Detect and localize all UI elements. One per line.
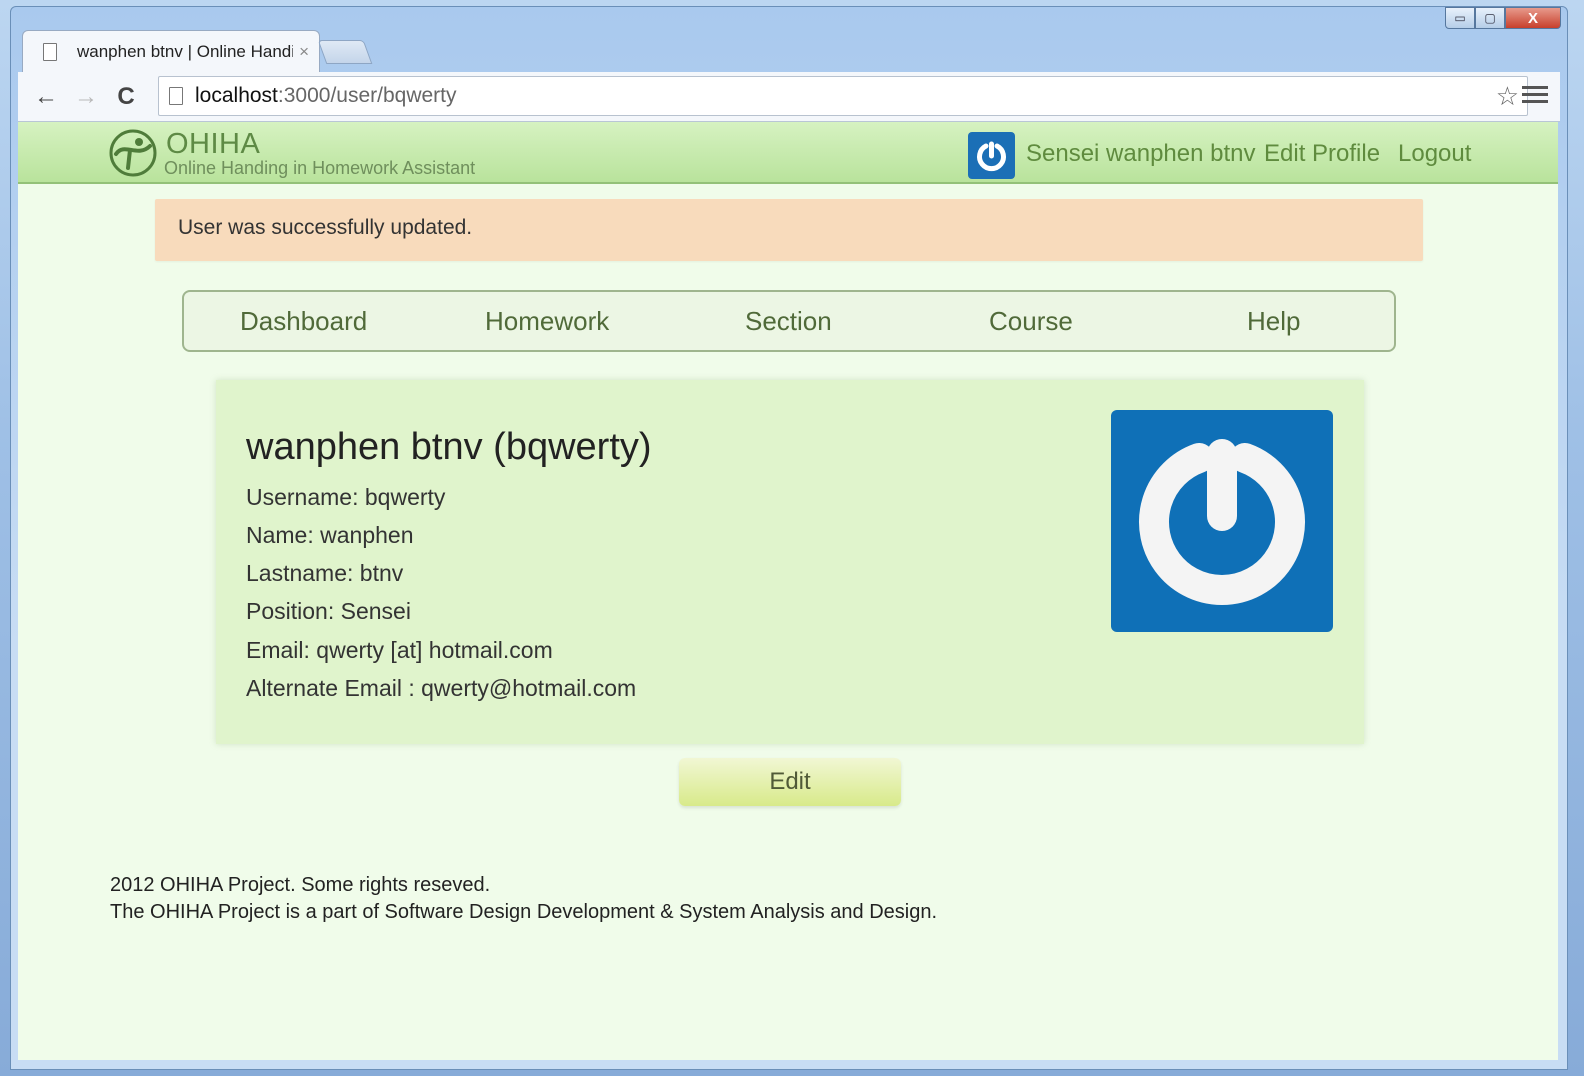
profile-lastname: Lastname: btnv (246, 560, 404, 586)
close-window-button[interactable]: X (1505, 7, 1561, 29)
header-avatar[interactable] (968, 132, 1015, 179)
logo-title[interactable]: OHIHA (166, 128, 260, 161)
nav-homework[interactable]: Homework (485, 306, 609, 337)
profile-username: Username: bqwerty (246, 484, 446, 510)
footer-copyright: 2012 OHIHA Project. Some rights reseved. (110, 874, 491, 896)
ohiha-logo-icon[interactable] (108, 128, 158, 178)
profile-heading: wanphen btnv (bqwerty) (246, 426, 652, 468)
nav-help[interactable]: Help (1247, 306, 1300, 337)
menu-icon[interactable] (1522, 82, 1548, 107)
edit-profile-link[interactable]: Edit Profile (1264, 140, 1380, 168)
nav-dashboard[interactable]: Dashboard (240, 306, 367, 337)
browser-toolbar: ← → C localhost:3000/user/bqwerty ☆ (18, 72, 1560, 122)
profile-position: Position: Sensei (246, 598, 411, 624)
bookmark-star-icon[interactable]: ☆ (1496, 81, 1519, 112)
footer-description: The OHIHA Project is a part of Software … (110, 901, 938, 923)
page-icon (43, 42, 57, 61)
tab-title: wanphen btnv | Online Handing in Homewor… (77, 41, 293, 61)
power-icon (1139, 439, 1305, 605)
url-path: :3000/user/bqwerty (277, 84, 457, 107)
nav-course[interactable]: Course (989, 306, 1073, 337)
nav-section[interactable]: Section (745, 306, 832, 337)
web-page: OHIHA Online Handing in Homework Assista… (18, 122, 1558, 1060)
profile-name: Name: wanphen (246, 522, 414, 548)
main-navigation: Dashboard Homework Section Course Help (182, 290, 1396, 352)
address-bar[interactable]: localhost:3000/user/bqwerty ☆ (158, 76, 1528, 116)
maximize-button[interactable]: ▢ (1475, 7, 1505, 29)
profile-card: wanphen btnv (bqwerty) Username: bqwerty… (216, 380, 1364, 744)
new-tab-button[interactable] (317, 40, 373, 64)
browser-tab[interactable]: wanphen btnv | Online Handing in Homewor… (22, 30, 320, 72)
logout-link[interactable]: Logout (1398, 140, 1471, 168)
profile-email: Email: qwerty [at] hotmail.com (246, 637, 553, 663)
minimize-button[interactable]: ▭ (1445, 7, 1475, 29)
tab-close-icon[interactable]: × (299, 42, 309, 62)
page-icon (169, 87, 183, 105)
edit-button[interactable]: Edit (679, 758, 901, 806)
power-icon (977, 141, 1006, 172)
profile-alternate-email: Alternate Email : qwerty@hotmail.com (246, 675, 637, 701)
back-icon[interactable]: ← (26, 77, 66, 117)
profile-avatar (1111, 410, 1333, 632)
flash-message: User was successfully updated. (155, 199, 1423, 261)
forward-icon[interactable]: → (66, 77, 106, 117)
reload-icon[interactable]: C (106, 77, 146, 117)
logo-subtitle: Online Handing in Homework Assistant (164, 158, 476, 178)
user-name-link[interactable]: Sensei wanphen btnv (1026, 140, 1256, 168)
window-controls: ▭ ▢ X (1445, 7, 1561, 31)
site-header: OHIHA Online Handing in Homework Assista… (18, 122, 1558, 184)
url-host: localhost (195, 84, 278, 107)
